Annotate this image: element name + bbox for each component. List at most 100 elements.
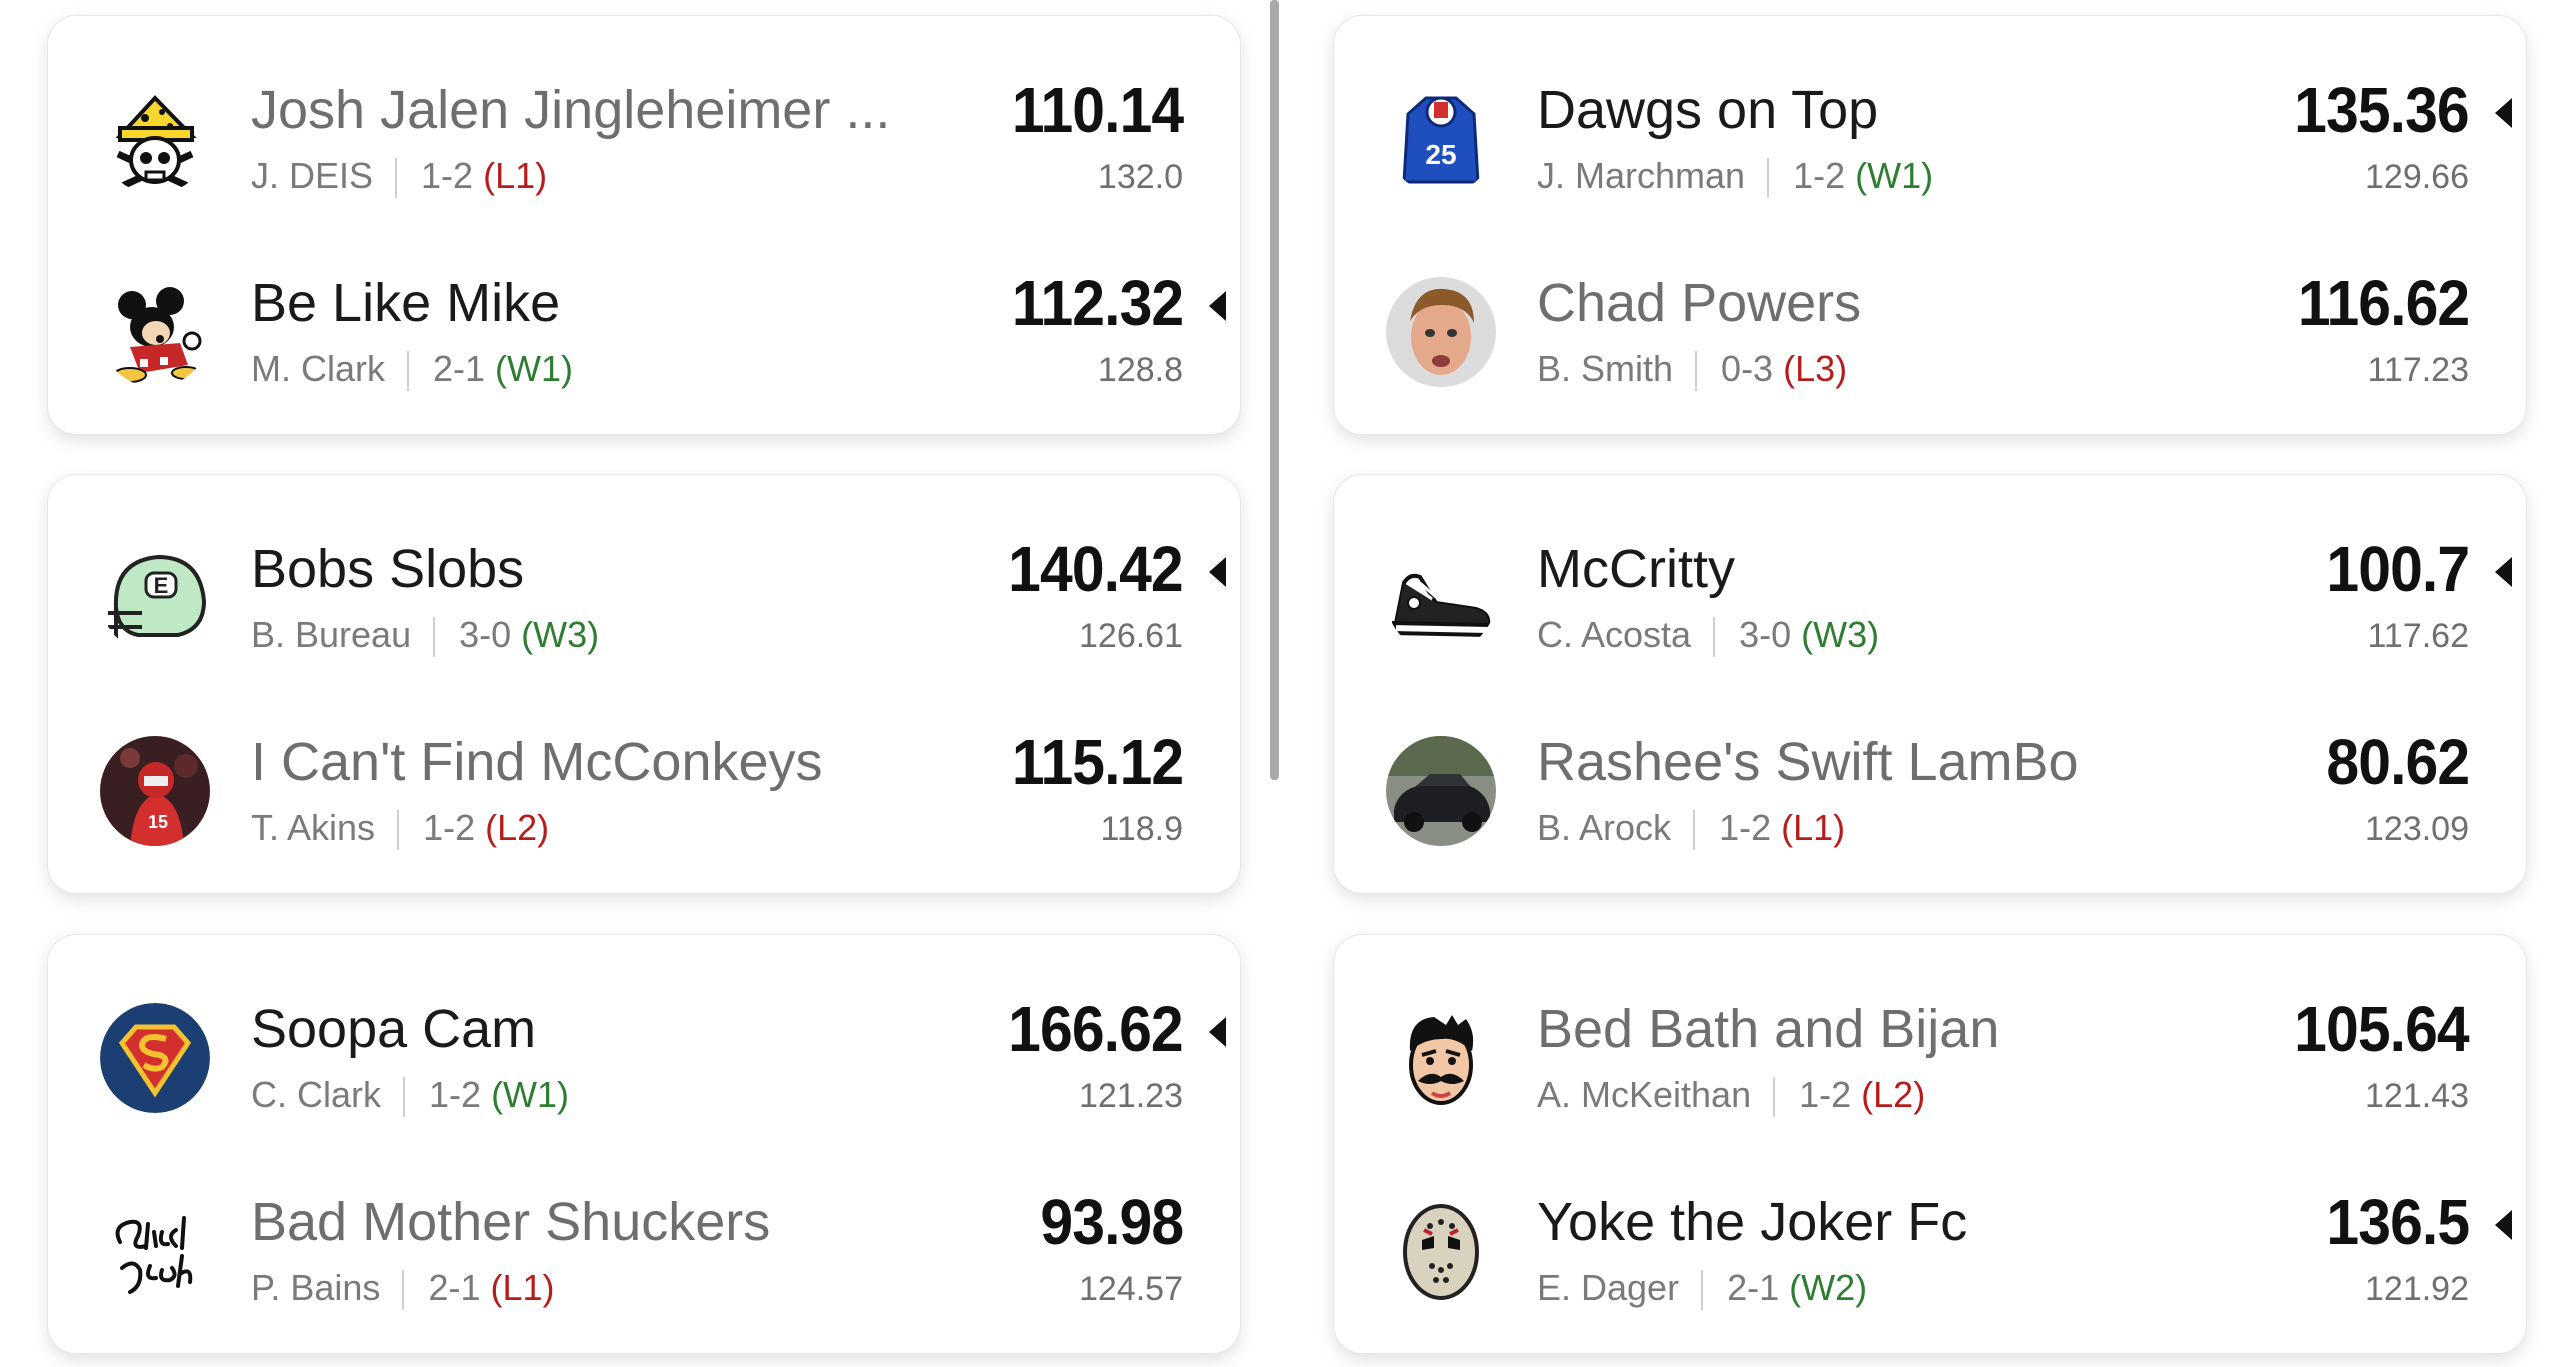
team-row[interactable]: 15 I Can't Find McConkeys T. Akins 1-2 (L…	[48, 680, 1240, 860]
team-row[interactable]: Soopa Cam C. Clark 1-2 (W1) 166.62 121.23	[48, 947, 1240, 1127]
team-meta: B. Bureau 3-0 (W3)	[251, 613, 600, 658]
projected-score: 118.9	[1100, 810, 1183, 848]
team-meta: J. DEIS 1-2 (L1)	[251, 154, 547, 199]
mustache-face-icon	[1386, 1003, 1496, 1113]
player-photo-avatar: 15	[100, 736, 210, 846]
owner-name: M. Clark	[251, 348, 385, 389]
matchup-card[interactable]: Bed Bath and Bijan A. McKeithan 1-2 (L2) …	[1334, 935, 2526, 1353]
team-row[interactable]: Chad Powers B. Smith 0-3 (L3) 116.62 117.…	[1334, 221, 2526, 401]
team-score: 93.98	[1040, 1186, 1184, 1258]
matchup-card[interactable]: McCritty C. Acosta 3-0 (W3) 100.7 117.62 …	[1334, 475, 2526, 893]
cartoon-mouse-icon	[100, 277, 210, 387]
meta-separator	[397, 810, 400, 851]
team-meta: E. Dager 2-1 (W2)	[1537, 1266, 1867, 1311]
leading-indicator-icon	[1209, 291, 1226, 321]
meta-separator	[1695, 351, 1698, 392]
leading-indicator-icon	[1209, 557, 1226, 587]
owner-name: J. DEIS	[251, 155, 374, 196]
team-record: 1-2	[1793, 155, 1846, 196]
team-record: 1-2	[1719, 807, 1772, 848]
team-record: 3-0	[1739, 614, 1792, 655]
meta-separator	[433, 617, 436, 658]
leading-indicator-icon	[2495, 557, 2512, 587]
matchup-card[interactable]: Josh Jalen Jingleheimer ... J. DEIS 1-2 (…	[48, 16, 1240, 434]
projected-score: 129.66	[2365, 158, 2469, 196]
team-score: 116.62	[2297, 267, 2470, 339]
team-streak: (L1)	[1781, 807, 1846, 848]
team-record: 1-2	[423, 807, 476, 848]
team-name[interactable]: Bed Bath and Bijan	[1537, 997, 1999, 1061]
team-row[interactable]: McCritty C. Acosta 3-0 (W3) 100.7 117.62	[1334, 487, 2526, 667]
team-row[interactable]: 25 Dawgs on Top J. Marchman 1-2 (W1) 135.…	[1334, 28, 2526, 208]
owner-name: E. Dager	[1537, 1267, 1680, 1308]
team-name[interactable]: I Can't Find McConkeys	[251, 730, 823, 794]
team-streak: (L3)	[1783, 348, 1848, 389]
team-name[interactable]: Yoke the Joker Fc	[1537, 1190, 1967, 1254]
team-score: 166.62	[1008, 993, 1183, 1065]
projected-score: 121.92	[2365, 1270, 2469, 1308]
team-name[interactable]: Rashee's Swift LamBo	[1537, 730, 2079, 794]
svg-text:15: 15	[148, 812, 168, 832]
team-row[interactable]: Rashee's Swift LamBo B. Arock 1-2 (L1) 80…	[1334, 680, 2526, 860]
team-row[interactable]: E Bobs Slobs B. Bureau 3-0 (W3) 140.42 12…	[48, 487, 1240, 667]
team-streak: (L2)	[1861, 1074, 1926, 1115]
team-name[interactable]: Chad Powers	[1537, 271, 1861, 335]
team-streak: (W3)	[1801, 614, 1880, 655]
sneaker-icon	[1386, 543, 1496, 653]
team-row[interactable]: Bed Bath and Bijan A. McKeithan 1-2 (L2) …	[1334, 947, 2526, 1127]
owner-name: A. McKeithan	[1537, 1074, 1752, 1115]
matchup-card[interactable]: Soopa Cam C. Clark 1-2 (W1) 166.62 121.23…	[48, 935, 1240, 1353]
meta-separator	[1701, 1270, 1704, 1311]
meta-separator	[395, 158, 398, 199]
team-score: 135.36	[2294, 74, 2469, 146]
team-score: 115.12	[1011, 726, 1184, 798]
owner-name: B. Bureau	[251, 614, 412, 655]
meta-separator	[1767, 158, 1770, 199]
leading-indicator-icon	[2495, 98, 2512, 128]
projected-score: 132.0	[1097, 158, 1183, 196]
team-score: 80.62	[2326, 726, 2470, 798]
team-meta: B. Arock 1-2 (L1)	[1537, 806, 1846, 851]
team-name[interactable]: Bad Mother Shuckers	[251, 1190, 770, 1254]
team-row[interactable]: Yoke the Joker Fc E. Dager 2-1 (W2) 136.5…	[1334, 1140, 2526, 1320]
team-row[interactable]: Bad Mother Shuckers P. Bains 2-1 (L1) 93.…	[48, 1140, 1240, 1320]
projected-score: 124.57	[1079, 1270, 1183, 1308]
meta-separator	[1693, 810, 1696, 851]
team-meta: T. Akins 1-2 (L2)	[251, 806, 550, 851]
player-photo-avatar	[1386, 277, 1496, 387]
team-name[interactable]: Dawgs on Top	[1537, 78, 1878, 142]
owner-name: B. Arock	[1537, 807, 1672, 848]
team-streak: (L2)	[485, 807, 550, 848]
team-name[interactable]: Be Like Mike	[251, 271, 560, 335]
team-meta: P. Bains 2-1 (L1)	[251, 1266, 555, 1311]
team-name[interactable]: Soopa Cam	[251, 997, 536, 1061]
leading-indicator-icon	[1209, 1017, 1226, 1047]
team-streak: (W3)	[521, 614, 600, 655]
team-streak: (W1)	[495, 348, 574, 389]
team-score: 105.64	[2294, 993, 2469, 1065]
team-meta: M. Clark 2-1 (W1)	[251, 347, 574, 392]
helmet-letter: E	[154, 573, 169, 598]
team-row[interactable]: Josh Jalen Jingleheimer ... J. DEIS 1-2 (…	[48, 28, 1240, 208]
owner-name: C. Clark	[251, 1074, 382, 1115]
team-name[interactable]: Josh Jalen Jingleheimer ...	[251, 78, 890, 142]
blue-jersey-icon: 25	[1386, 84, 1496, 194]
owner-name: C. Acosta	[1537, 614, 1692, 655]
team-meta: J. Marchman 1-2 (W1)	[1537, 154, 1933, 199]
team-row[interactable]: Be Like Mike M. Clark 2-1 (W1) 112.32 128…	[48, 221, 1240, 401]
matchup-card[interactable]: E Bobs Slobs B. Bureau 3-0 (W3) 140.42 12…	[48, 475, 1240, 893]
superman-shield-icon	[100, 1003, 210, 1113]
team-name[interactable]: McCritty	[1537, 537, 1735, 601]
script-lettering-logo	[100, 1196, 210, 1306]
team-record: 1-2	[421, 155, 474, 196]
team-name[interactable]: Bobs Slobs	[251, 537, 524, 601]
projected-score: 117.23	[2367, 351, 2469, 389]
team-score: 140.42	[1008, 533, 1183, 605]
meta-separator	[407, 351, 409, 392]
projected-score: 126.61	[1079, 617, 1183, 655]
team-score: 136.5	[2326, 1186, 2470, 1258]
hockey-mask-icon	[1386, 1196, 1496, 1306]
green-helmet-icon: E	[100, 543, 210, 653]
matchup-card[interactable]: 25 Dawgs on Top J. Marchman 1-2 (W1) 135.…	[1334, 16, 2526, 434]
owner-name: B. Smith	[1537, 348, 1674, 389]
